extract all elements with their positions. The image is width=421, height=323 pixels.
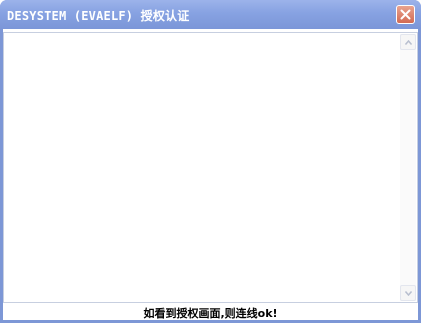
client-area: 如看到授权画面,则连线ok! (3, 29, 418, 320)
scroll-up-arrow-icon (405, 40, 412, 45)
status-bar: 如看到授权画面,则连线ok! (3, 303, 418, 320)
scroll-up-button[interactable] (400, 34, 416, 50)
vertical-scrollbar[interactable] (400, 34, 416, 301)
close-icon (400, 9, 411, 20)
scroll-down-button[interactable] (400, 285, 416, 301)
auth-window: DESYSTEM (EVAELF) 授权认证 如看到授权画面,则连线ok! (0, 0, 421, 323)
close-button[interactable] (396, 5, 415, 24)
scroll-down-arrow-icon (405, 291, 412, 296)
window-title: DESYSTEM (EVAELF) 授权认证 (7, 9, 190, 23)
title-bar[interactable]: DESYSTEM (EVAELF) 授权认证 (0, 0, 421, 29)
authorization-display-area[interactable] (3, 32, 418, 303)
status-message: 如看到授权画面,则连线ok! (143, 307, 278, 320)
